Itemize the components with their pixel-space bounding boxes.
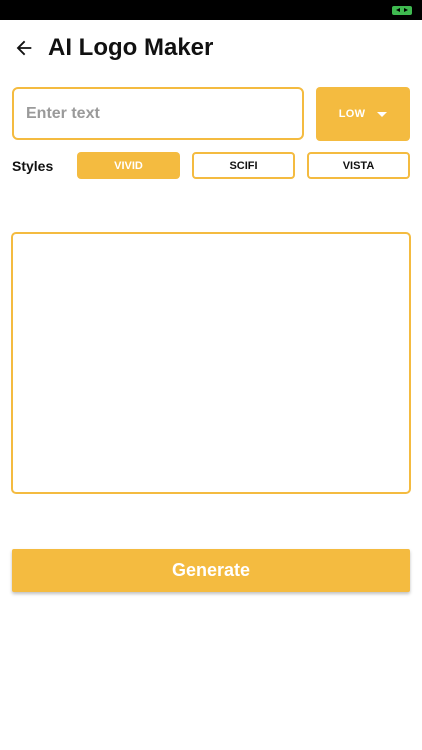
quality-selected-value: LOW (338, 108, 366, 120)
status-bar (0, 0, 422, 20)
style-chip-vivid[interactable]: VIVID (77, 152, 180, 179)
logo-preview-area (11, 232, 411, 494)
app-bar: AI Logo Maker (0, 20, 422, 76)
logo-text-input[interactable] (12, 87, 304, 140)
caret-down-icon (377, 111, 388, 117)
styles-label: Styles (12, 158, 54, 174)
page-title: AI Logo Maker (48, 34, 214, 61)
battery-charging-icon (392, 6, 412, 15)
back-button[interactable] (10, 34, 38, 62)
style-chip-scifi[interactable]: SCIFI (192, 152, 295, 179)
generate-button[interactable]: Generate (12, 549, 410, 592)
quality-dropdown[interactable]: LOW (316, 87, 410, 141)
style-chip-vista[interactable]: VISTA (307, 152, 410, 179)
arrow-left-icon (16, 40, 32, 56)
